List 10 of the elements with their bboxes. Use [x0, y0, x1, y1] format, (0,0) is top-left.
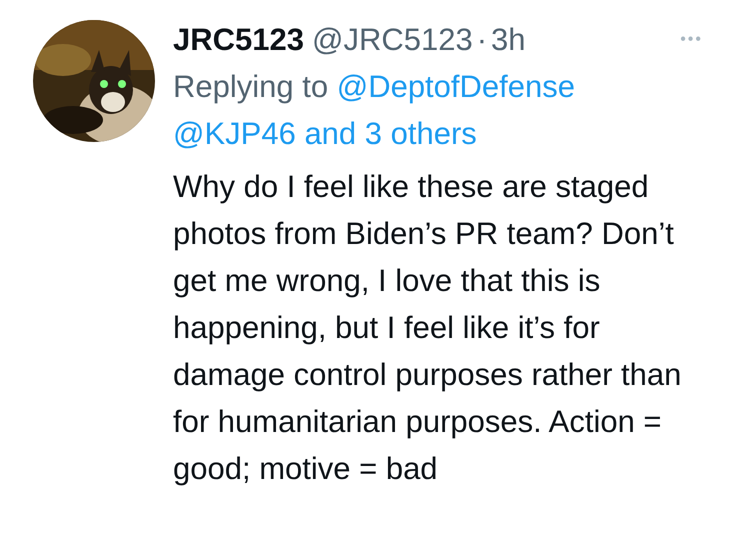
reply-context: Replying to @DeptofDefense @KJP46 and 3 others: [173, 68, 576, 153]
mention-link[interactable]: and 3 others: [304, 116, 477, 151]
tweet-text: Why do I feel like these are staged photos from Biden’s PR team? Don’t get me wrong, I love that this is happening, but I feel like it’s for damage control purposes rather than for humanitarian purposes. Action = good; motive = bad: [173, 168, 682, 488]
author-handle[interactable]: @JRC5123: [312, 16, 473, 63]
timestamp[interactable]: 3h: [491, 16, 526, 63]
separator: ·: [476, 21, 488, 59]
author-name[interactable]: JRC5123: [173, 16, 304, 63]
mention-link[interactable]: @KJP46: [173, 116, 296, 151]
more-button[interactable]: •••: [680, 16, 703, 63]
mention-link[interactable]: @DeptofDefense: [336, 69, 575, 104]
